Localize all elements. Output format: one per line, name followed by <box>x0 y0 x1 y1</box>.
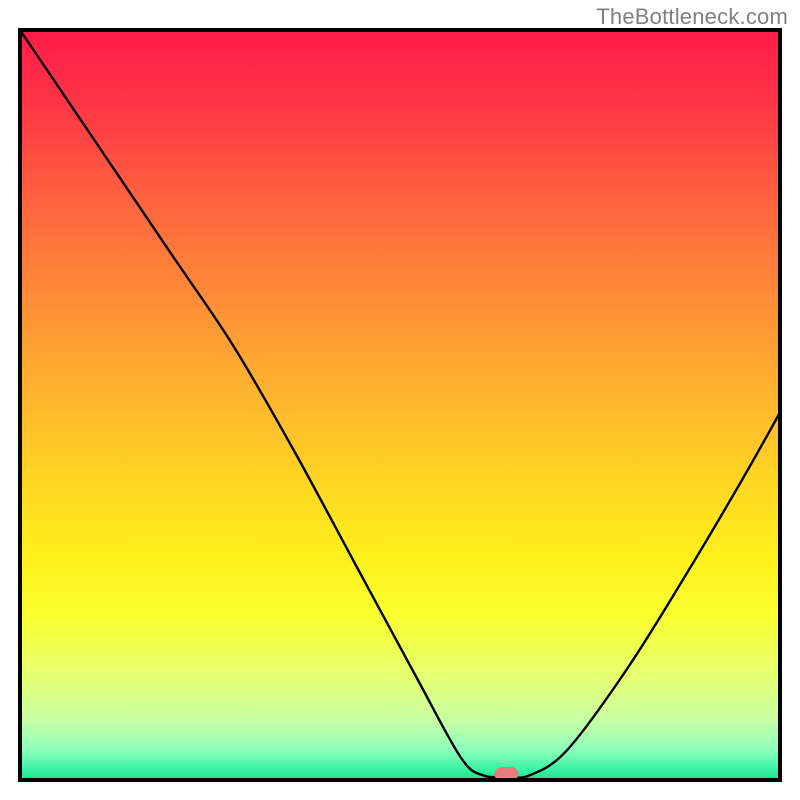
watermark-text: TheBottleneck.com <box>596 4 788 30</box>
chart-container: TheBottleneck.com <box>0 0 800 800</box>
plot-background <box>20 30 780 780</box>
bottleneck-chart <box>0 0 800 800</box>
